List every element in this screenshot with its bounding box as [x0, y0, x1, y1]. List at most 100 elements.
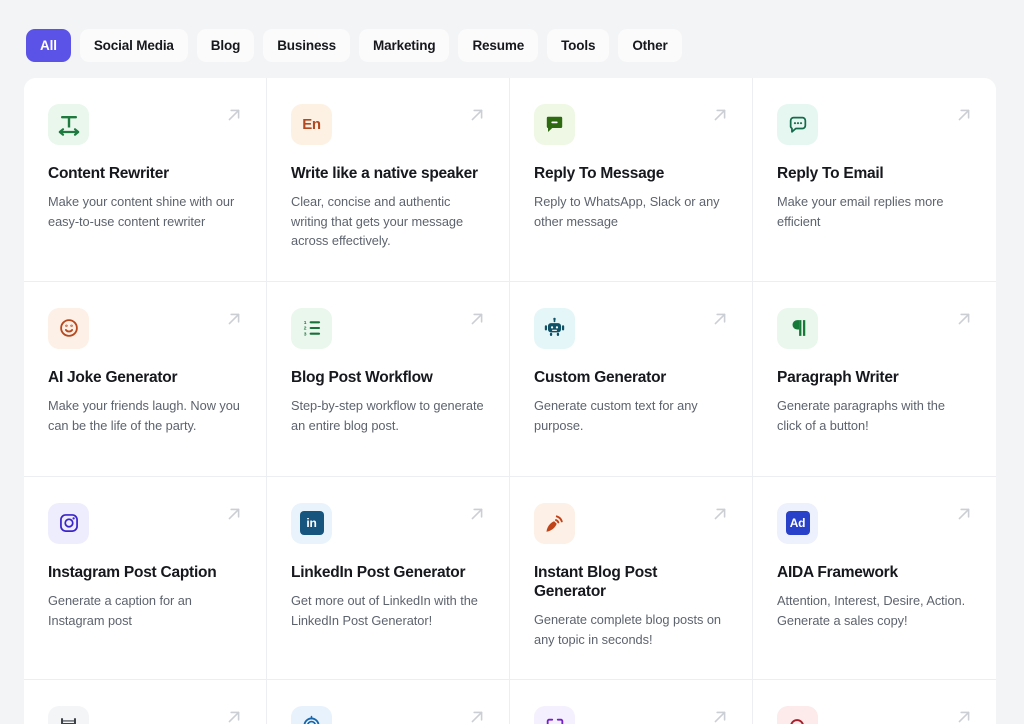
filter-tab-resume[interactable]: Resume: [458, 29, 539, 62]
tool-card[interactable]: Sentence Expander: [510, 680, 753, 724]
tool-icon-tile: Ad: [777, 502, 818, 544]
magnifier-icon: [789, 718, 804, 724]
tool-description: Generate custom text for any purpose.: [534, 398, 698, 433]
tool-card[interactable]: in LinkedIn Post Generator Get more out of…: [267, 476, 510, 681]
arrow-up-right-icon[interactable]: [954, 105, 974, 125]
arrow-up-right-icon[interactable]: [467, 707, 487, 724]
arrow-up-right-icon[interactable]: [954, 309, 974, 329]
card-header: [777, 307, 974, 352]
card-header: [48, 706, 242, 724]
tool-title: Content Rewriter: [48, 165, 169, 182]
tool-description: Clear, concise and authentic writing tha…: [291, 194, 464, 249]
tool-title: Reply To Message: [534, 165, 665, 182]
card-header: [534, 502, 730, 547]
tool-title: Reply To Email: [777, 165, 884, 182]
tool-title: Custom Generator: [534, 368, 667, 386]
chat-bubble-filled-icon: [546, 116, 563, 133]
tool-card[interactable]: En Write like a native speaker Clear, conc…: [267, 78, 510, 282]
tool-icon-tile: [534, 307, 575, 349]
tool-title: Paragraph Writer: [777, 368, 899, 386]
filter-tab-social-media[interactable]: Social Media: [79, 29, 188, 62]
arrow-up-right-icon[interactable]: [954, 504, 974, 524]
arrow-up-right-icon[interactable]: [710, 707, 730, 724]
tool-title: Instagram Post Caption: [48, 563, 217, 581]
card-header: [777, 104, 972, 148]
arrow-up-right-icon[interactable]: [954, 707, 974, 724]
arrow-up-right-icon[interactable]: [224, 707, 244, 724]
card-header: [534, 706, 728, 724]
filter-tab-all[interactable]: All: [26, 29, 71, 62]
card-header: [291, 706, 485, 724]
tool-icon-tile: En: [291, 104, 332, 145]
tool-card[interactable]: Reply To Email Make your email replies mo…: [753, 78, 996, 282]
tool-card[interactable]: Content Summarizer: [753, 680, 996, 724]
card-header: [48, 502, 244, 547]
arrow-up-right-icon[interactable]: [710, 504, 730, 524]
card-header: Ad: [777, 502, 974, 547]
tool-title: LinkedIn Post Generator: [291, 563, 466, 581]
svg-text:3: 3: [303, 332, 306, 338]
card-header: [48, 307, 244, 352]
tool-icon-tile: [48, 502, 89, 544]
tool-icon-tile: [48, 706, 89, 724]
card-header: [534, 307, 730, 352]
tool-title: AI Joke Generator: [48, 368, 178, 386]
card-header: 123: [291, 307, 487, 352]
filter-tab-marketing[interactable]: Marketing: [359, 29, 450, 62]
tool-description: Generate paragraphs with the click of a …: [777, 398, 945, 433]
tool-icon-tile: [291, 706, 332, 724]
tool-icon-tile: [777, 307, 818, 349]
arrow-up-right-icon[interactable]: [224, 309, 244, 329]
instagram-icon: [59, 514, 78, 533]
tool-card[interactable]: Instant Blog Post Generator Generate comp…: [510, 476, 753, 681]
tool-icon-tile: 123: [291, 307, 332, 349]
tool-card[interactable]: Before-After-Bridge: [24, 680, 267, 724]
svg-text:2: 2: [303, 326, 306, 332]
filter-tab-blog[interactable]: Blog: [196, 29, 255, 62]
tool-card[interactable]: AI Joke Generator Make your friends laugh…: [24, 281, 267, 477]
tool-card[interactable]: Reply To Message Reply to WhatsApp, Slack…: [510, 78, 753, 282]
tool-card[interactable]: Ad AIDA Framework Attention, Interest, Des…: [753, 476, 996, 681]
tool-card[interactable]: Content Rewriter Make your content shine …: [24, 78, 267, 282]
tool-icon-tile: [777, 706, 818, 724]
tool-card-grid: Content Rewriter Make your content shine …: [24, 78, 996, 724]
tool-description: Reply to WhatsApp, Slack or any other me…: [534, 194, 720, 229]
card-header: En: [291, 104, 485, 148]
arrow-up-right-icon[interactable]: [467, 105, 487, 125]
filter-tab-business[interactable]: Business: [263, 29, 351, 62]
tool-icon-tile: [48, 307, 89, 349]
arrow-up-right-icon[interactable]: [224, 504, 244, 524]
tool-title: AIDA Framework: [777, 563, 898, 581]
tool-card[interactable]: 1 2 3 Blog Post Workflow Step-by-step workfl…: [267, 281, 510, 477]
arrow-up-right-icon[interactable]: [710, 105, 730, 125]
svg-text:1: 1: [303, 320, 306, 326]
tool-title: Blog Post Workflow: [291, 368, 433, 386]
tool-icon-tile: [777, 104, 818, 145]
numbered-list-icon: 123: [303, 320, 320, 338]
tool-card[interactable]: Custom Generator Generate custom text for…: [510, 281, 753, 477]
linkedin-icon: in: [299, 511, 324, 536]
arrow-up-right-icon[interactable]: [710, 309, 730, 329]
text-resize-icon: [58, 115, 79, 136]
en-language-icon: En: [302, 116, 321, 133]
tool-description: Make your email replies more efficient: [777, 194, 944, 229]
filter-tab-other[interactable]: Other: [618, 29, 682, 62]
pilcrow-icon: [792, 320, 805, 337]
card-header: in: [291, 502, 487, 547]
tool-icon-tile: [534, 104, 575, 145]
filter-tab-tools[interactable]: Tools: [547, 29, 610, 62]
tool-description: Get more out of LinkedIn with the Linked…: [291, 593, 478, 628]
tool-icon-tile: [48, 104, 89, 145]
tool-card[interactable]: PAS Framework: [267, 680, 510, 724]
arrow-up-right-icon[interactable]: [467, 309, 487, 329]
arrow-up-right-icon[interactable]: [467, 504, 487, 524]
tool-card[interactable]: Paragraph Writer Generate paragraphs with…: [753, 281, 996, 477]
bridge-icon: [61, 718, 76, 724]
tool-description: Make your friends laugh. Now you can be …: [48, 398, 240, 433]
tool-title: Instant Blog Post Generator: [534, 563, 658, 601]
card-header: [534, 104, 728, 148]
tool-card[interactable]: Instagram Post Caption Generate a caption…: [24, 476, 267, 681]
tool-title: Write like a native speaker: [291, 165, 478, 182]
tool-icon-tile: in: [291, 502, 332, 544]
arrow-up-right-icon[interactable]: [224, 105, 244, 125]
